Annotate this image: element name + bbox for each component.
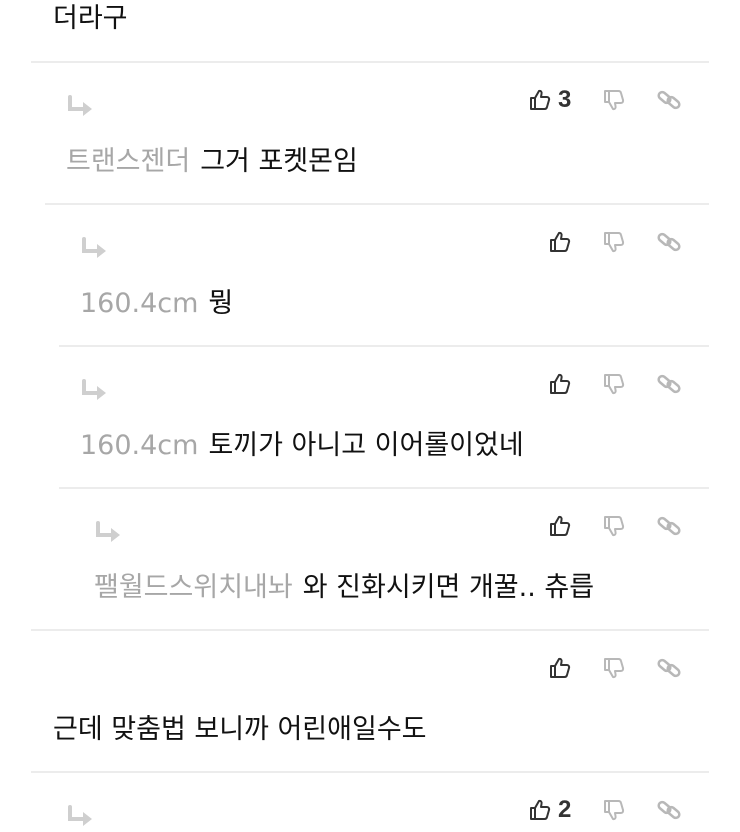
thumbs-down-icon: [604, 516, 625, 537]
comment-line: 트랜스젠더 그거 포켓몬임: [66, 148, 358, 175]
reply-arrow-icon: [82, 379, 106, 400]
dislike-button[interactable]: [602, 86, 630, 114]
divider: [45, 203, 709, 205]
like-button[interactable]: 2: [528, 796, 588, 824]
thumbs-up-icon: [530, 799, 551, 820]
thumbs-up-icon: [550, 231, 571, 252]
comment-text: 그거 포켓몬임: [200, 146, 358, 177]
comment-text: 뭥: [208, 288, 234, 319]
dislike-button[interactable]: [602, 512, 630, 540]
thumbs-down-icon: [604, 90, 625, 111]
link-icon: [657, 232, 681, 252]
link-icon: [657, 90, 681, 110]
reply-arrow-icon: [82, 237, 106, 258]
comment-nickname[interactable]: 팰월드스위치내놔: [94, 572, 293, 603]
reply-arrow-icon: [96, 521, 120, 542]
reply-arrow-icon: [68, 805, 92, 826]
thumbs-up-icon: [550, 373, 571, 394]
divider: [31, 61, 709, 63]
comment-nickname[interactable]: 160.4cm: [80, 288, 198, 319]
link-icon: [657, 800, 681, 820]
copy-link-button[interactable]: [656, 86, 684, 114]
copy-link-button[interactable]: [656, 512, 684, 540]
link-icon: [657, 658, 681, 678]
copy-link-button[interactable]: [656, 796, 684, 824]
link-icon: [657, 374, 681, 394]
thumbs-up-icon: [550, 657, 571, 678]
copy-link-button[interactable]: [656, 228, 684, 256]
thumbs-up-icon: [530, 89, 551, 110]
divider: [31, 771, 709, 773]
like-button[interactable]: [548, 654, 608, 682]
dislike-button[interactable]: [602, 654, 630, 682]
thumbs-up-icon: [550, 515, 571, 536]
copy-link-button[interactable]: [656, 370, 684, 398]
like-button[interactable]: [548, 228, 608, 256]
comment-text: 더라구: [53, 3, 128, 34]
comment-line: 팰월드스위치내놔 와 진화시키면 개꿀.. 츄릅: [94, 574, 594, 601]
like-button[interactable]: 3: [528, 86, 588, 114]
link-icon: [657, 516, 681, 536]
thumbs-down-icon: [604, 658, 625, 679]
thumbs-down-icon: [604, 374, 625, 395]
divider: [59, 345, 709, 347]
dislike-button[interactable]: [602, 370, 630, 398]
copy-link-button[interactable]: [656, 654, 684, 682]
like-button[interactable]: [548, 512, 608, 540]
dislike-button[interactable]: [602, 796, 630, 824]
comment-line: 160.4cm 뭥: [80, 290, 233, 317]
reply-arrow-icon: [68, 95, 92, 116]
comment-line: 근데 맞춤법 보니까 어린애일수도: [53, 716, 427, 743]
divider: [59, 487, 709, 489]
comment-line: 160.4cm 토끼가 아니고 이어롤이었네: [80, 432, 524, 459]
dislike-button[interactable]: [602, 228, 630, 256]
comment-nickname[interactable]: 160.4cm: [80, 430, 198, 461]
like-button[interactable]: [548, 370, 608, 398]
like-count: 3: [558, 86, 572, 113]
thumbs-down-icon: [604, 232, 625, 253]
comment-text: 토끼가 아니고 이어롤이었네: [208, 430, 524, 461]
like-count: 2: [558, 796, 572, 823]
thumbs-down-icon: [604, 800, 625, 821]
comment-text: 와 진화시키면 개꿀.. 츄릅: [302, 572, 595, 603]
comment-text: 근데 맞춤법 보니까 어린애일수도: [53, 714, 427, 745]
divider: [31, 629, 709, 631]
comment-nickname[interactable]: 트랜스젠더: [66, 146, 190, 177]
